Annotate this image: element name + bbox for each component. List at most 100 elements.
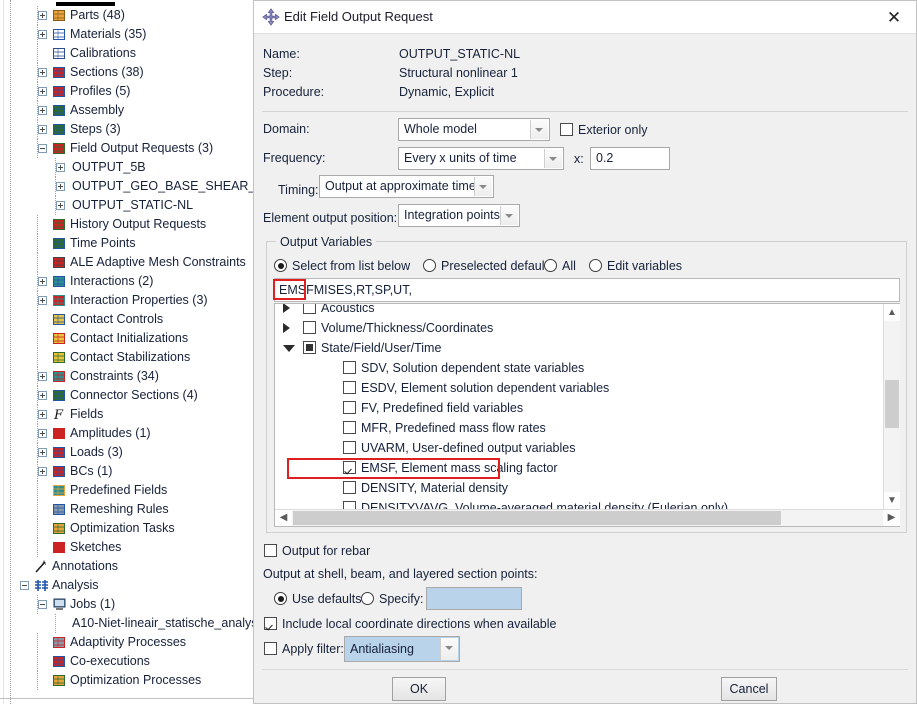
tree-item[interactable]: OUTPUT_STATIC-NL xyxy=(0,196,253,215)
tree-item[interactable]: Constraints (34) xyxy=(0,367,253,386)
tree-item[interactable]: Field Output Requests (3) xyxy=(0,139,253,158)
tree-item[interactable]: Contact Controls xyxy=(0,310,253,329)
tree-item[interactable]: History Output Requests xyxy=(0,215,253,234)
apply-filter-checkbox[interactable] xyxy=(264,642,277,655)
ok-button[interactable]: OK xyxy=(392,677,446,701)
tree-expand-icon[interactable] xyxy=(38,391,47,400)
output-variables-list[interactable]: Acoustics Volume/Thickness/Coordinates Sta… xyxy=(274,303,900,527)
tree-item[interactable]: OUTPUT_GEO_BASE_SHEAR_TB xyxy=(0,177,271,196)
tree-item[interactable]: Contact Initializations xyxy=(0,329,253,348)
tree-item[interactable]: Calibrations xyxy=(0,44,253,63)
variable-checkbox[interactable] xyxy=(343,381,356,394)
tree-item[interactable]: Profiles (5) xyxy=(0,82,253,101)
variable-checkbox[interactable] xyxy=(343,401,356,414)
tree-item[interactable]: A Annotations xyxy=(0,557,253,576)
tree-expand-icon[interactable] xyxy=(56,201,65,210)
tree-item[interactable]: Jobs (1) xyxy=(0,595,253,614)
tree-item[interactable]: Amplitudes (1) xyxy=(0,424,253,443)
output-for-rebar-checkbox[interactable] xyxy=(264,544,277,557)
scroll-up-icon[interactable]: ▲ xyxy=(884,304,900,321)
collapsed-triangle-icon[interactable] xyxy=(283,304,290,313)
vscroll-thumb[interactable] xyxy=(885,380,899,428)
tree-item[interactable]: Remeshing Rules xyxy=(0,500,253,519)
tree-expand-icon[interactable] xyxy=(38,106,47,115)
tree-item[interactable]: ALE Adaptive Mesh Constraints xyxy=(0,253,253,272)
tree-item[interactable]: Interaction Properties (3) xyxy=(0,291,253,310)
variable-checkbox[interactable] xyxy=(303,341,316,354)
variable-checkbox[interactable] xyxy=(343,361,356,374)
tree-expand-icon[interactable] xyxy=(38,11,47,20)
tree-expand-icon[interactable] xyxy=(38,372,47,381)
variable-checkbox[interactable] xyxy=(343,421,356,434)
tree-collapse-icon[interactable] xyxy=(38,144,47,153)
tree-expand-icon[interactable] xyxy=(38,277,47,286)
tree-collapse-icon[interactable] xyxy=(20,581,29,590)
apply-filter-select[interactable]: Antialiasing xyxy=(344,636,460,662)
hscroll-thumb[interactable] xyxy=(293,511,781,525)
tree-item[interactable]: OUTPUT_5B xyxy=(0,158,253,177)
tree-collapse-icon[interactable] xyxy=(38,600,47,609)
tree-item[interactable]: Interactions (2) xyxy=(0,272,253,291)
radio-edit-variables[interactable] xyxy=(589,259,602,272)
radio-specify[interactable] xyxy=(361,592,374,605)
include-local-directions-checkbox[interactable] xyxy=(264,617,277,630)
tree-item[interactable]: Optimization Tasks xyxy=(0,519,253,538)
tree-expand-icon[interactable] xyxy=(56,182,65,191)
tree-guide xyxy=(37,348,39,367)
tree-item[interactable]: Co-executions xyxy=(0,652,253,671)
tree-item[interactable]: Optimization Processes xyxy=(0,671,253,690)
scroll-left-icon[interactable]: ◀ xyxy=(275,510,292,526)
tree-item[interactable]: Assembly xyxy=(0,101,253,120)
element-output-position-select[interactable]: Integration points xyxy=(398,204,520,227)
tree-item[interactable]: Predefined Fields xyxy=(0,481,253,500)
cancel-button[interactable]: Cancel xyxy=(721,677,777,701)
radio-select-from-list[interactable] xyxy=(274,259,287,272)
tree-expand-icon[interactable] xyxy=(38,429,47,438)
tree-expand-icon[interactable] xyxy=(38,448,47,457)
radio-use-defaults[interactable] xyxy=(274,592,287,605)
radio-all[interactable] xyxy=(544,259,557,272)
scroll-down-icon[interactable]: ▼ xyxy=(884,492,900,509)
tree-item[interactable]: Time Points xyxy=(0,234,253,253)
scroll-right-icon[interactable]: ▶ xyxy=(883,510,900,526)
tree-item[interactable]: Analysis xyxy=(0,576,253,595)
tree-item[interactable]: Parts (48) xyxy=(0,6,253,25)
timing-select[interactable]: Output at approximate times xyxy=(319,175,494,198)
radio-preselected-defaults[interactable] xyxy=(423,259,436,272)
variable-checkbox[interactable] xyxy=(303,321,316,334)
specify-input[interactable] xyxy=(426,587,522,610)
variable-checkbox[interactable] xyxy=(303,304,316,314)
tree-item[interactable]: Connector Sections (4) xyxy=(0,386,253,405)
tree-item[interactable]: Contact Stabilizations xyxy=(0,348,253,367)
tree-item[interactable]: Sketches xyxy=(0,538,253,557)
tree-expand-icon[interactable] xyxy=(56,163,65,172)
domain-select[interactable]: Whole model xyxy=(398,118,550,141)
tree-expand-icon[interactable] xyxy=(38,30,47,39)
variables-input[interactable]: EMSFMISES,RT,SP,UT, xyxy=(274,278,900,302)
x-value-input[interactable]: 0.2 xyxy=(590,147,670,170)
model-tree[interactable]: Parts (48) Materials (35) Calibrations Sect… xyxy=(0,6,282,690)
tree-expand-icon[interactable] xyxy=(38,68,47,77)
tree-expand-icon[interactable] xyxy=(38,87,47,96)
tree-item[interactable]: Sections (38) xyxy=(0,63,253,82)
tree-item[interactable]: Steps (3) xyxy=(0,120,253,139)
tree-item[interactable]: Adaptivity Processes xyxy=(0,633,253,652)
frequency-select[interactable]: Every x units of time xyxy=(398,147,564,170)
tree-item[interactable]: F Fields xyxy=(0,405,253,424)
tree-expand-icon[interactable] xyxy=(38,467,47,476)
tree-item[interactable]: Loads (3) xyxy=(0,443,253,462)
tree-expand-icon[interactable] xyxy=(38,410,47,419)
tree-expand-icon[interactable] xyxy=(38,296,47,305)
expanded-triangle-icon[interactable] xyxy=(283,345,295,352)
variable-checkbox[interactable] xyxy=(343,481,356,494)
tree-item[interactable]: BCs (1) xyxy=(0,462,253,481)
list-vertical-scrollbar[interactable]: ▲ ▼ xyxy=(883,304,900,509)
tree-item[interactable]: Materials (35) xyxy=(0,25,253,44)
close-icon[interactable]: ✕ xyxy=(880,7,908,29)
collapsed-triangle-icon[interactable] xyxy=(283,323,290,333)
exterior-only-checkbox[interactable] xyxy=(560,123,573,136)
list-horizontal-scrollbar[interactable]: ◀ ▶ xyxy=(275,509,900,526)
variable-checkbox[interactable] xyxy=(343,441,356,454)
tree-item[interactable]: A10-Niet-lineair_statische_analyse_m xyxy=(0,614,282,633)
tree-expand-icon[interactable] xyxy=(38,125,47,134)
